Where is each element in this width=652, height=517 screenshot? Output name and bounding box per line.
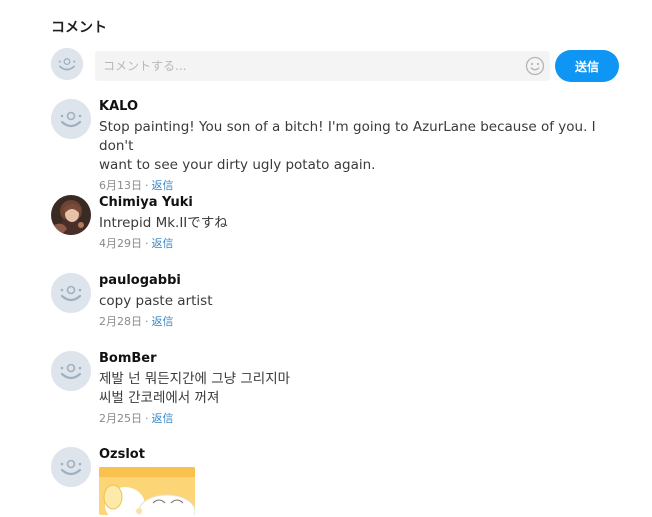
meta-separator: · <box>145 237 149 250</box>
default-avatar-icon <box>51 273 91 313</box>
reply-link[interactable]: 返信 <box>152 237 174 250</box>
meta-separator: · <box>145 179 149 192</box>
comment-text: 제발 넌 뭐든지간에 그냥 그리지마 씨벌 간코레에서 꺼져 <box>99 370 609 408</box>
section-title: コメント <box>51 20 107 36</box>
comment-date: 2月28日 <box>99 315 142 328</box>
comment-username[interactable]: paulogabbi <box>99 273 609 290</box>
default-avatar-icon <box>51 447 91 487</box>
user-avatar[interactable] <box>51 447 91 487</box>
comment-meta: 2月25日 · 返信 <box>99 412 609 426</box>
meta-separator: · <box>145 412 149 425</box>
comment-line: want to see your dirty ugly potato again… <box>99 157 376 173</box>
current-user-avatar <box>51 48 83 80</box>
comment-text: copy paste artist <box>99 292 609 311</box>
comment-text: Stop painting! You son of a bitch! I'm g… <box>99 118 609 175</box>
comment-username[interactable]: Chimiya Yuki <box>99 195 609 212</box>
default-avatar-icon <box>51 351 91 391</box>
comment-username[interactable]: Ozslot <box>99 447 609 464</box>
comment-line: Intrepid Mk.IIですね <box>99 215 228 231</box>
comment-image[interactable] <box>99 467 195 515</box>
comment-username[interactable]: BomBer <box>99 351 609 368</box>
send-button[interactable]: 送信 <box>555 50 619 82</box>
default-avatar-icon <box>51 48 83 80</box>
reply-link[interactable]: 返信 <box>152 315 174 328</box>
meta-separator: · <box>145 315 149 328</box>
comment-meta: 6月13日 · 返信 <box>99 179 609 193</box>
comment-text: Intrepid Mk.IIですね <box>99 214 609 233</box>
comment-username[interactable]: KALO <box>99 99 609 116</box>
user-photo-avatar <box>51 195 91 235</box>
comment-input[interactable] <box>95 51 550 81</box>
comment-date: 2月25日 <box>99 412 142 425</box>
comments-section: コメント 送信 K <box>0 0 652 517</box>
user-avatar[interactable] <box>51 273 91 313</box>
reply-link[interactable]: 返信 <box>152 179 174 192</box>
comment-meta: 2月28日 · 返信 <box>99 315 609 329</box>
comment-line: copy paste artist <box>99 293 213 309</box>
comment-date: 6月13日 <box>99 179 142 192</box>
comment-line: 씨벌 간코레에서 꺼져 <box>99 390 220 406</box>
comment-line: 제발 넌 뭐든지간에 그냥 그리지마 <box>99 371 291 387</box>
user-avatar[interactable] <box>51 99 91 139</box>
user-avatar[interactable] <box>51 351 91 391</box>
emoji-picker-icon[interactable] <box>525 56 545 76</box>
comment-meta: 4月29日 · 返信 <box>99 237 609 251</box>
comment-date: 4月29日 <box>99 237 142 250</box>
default-avatar-icon <box>51 99 91 139</box>
user-avatar[interactable] <box>51 195 91 235</box>
illustration-thumbnail <box>99 467 195 515</box>
comment-line: Stop painting! You son of a bitch! I'm g… <box>99 119 596 154</box>
reply-link[interactable]: 返信 <box>152 412 174 425</box>
